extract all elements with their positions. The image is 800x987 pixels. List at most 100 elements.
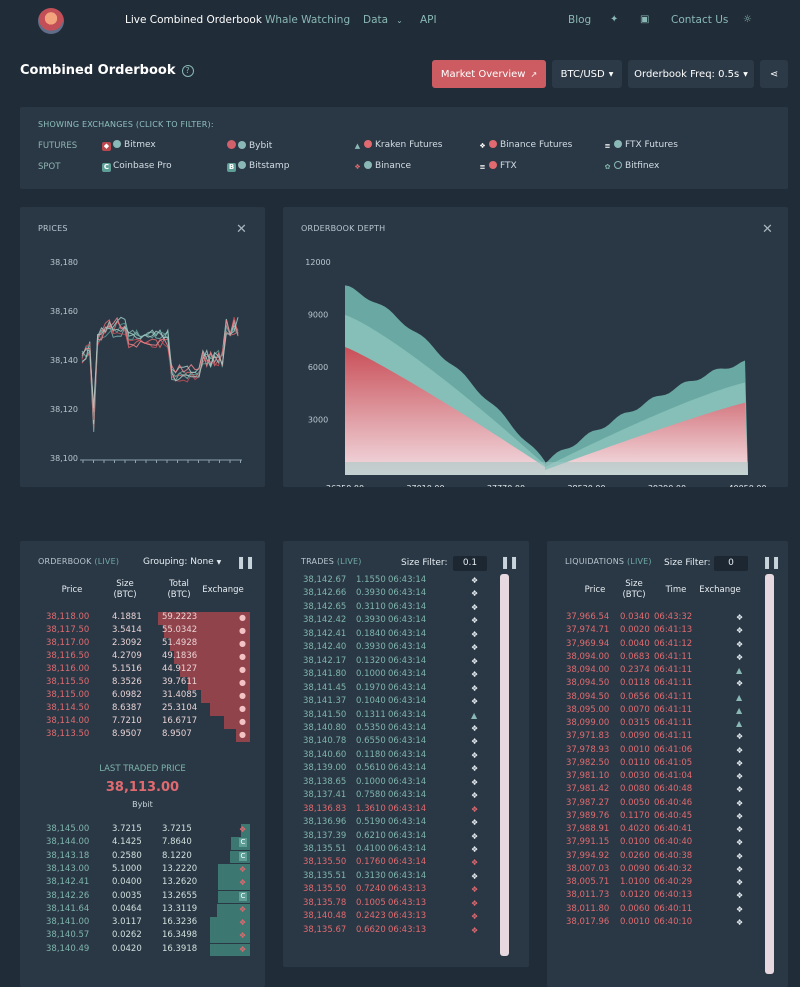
liquidation-row[interactable]: 38,011.73 0.0120 06:40:13 ❖ (547, 890, 757, 903)
liq-scrollbar[interactable] (765, 574, 774, 974)
bid-row[interactable]: 38,143.18 0.2580 8.1220 C (20, 850, 265, 864)
trade-row[interactable]: 38,140.48 0.2423 06:43:13 ❖ (283, 911, 493, 924)
trade-row[interactable]: 38,135.50 0.1760 06:43:14 ❖ (283, 857, 493, 870)
pause-icon[interactable]: ❚❚ (236, 555, 255, 569)
trade-row[interactable]: 38,136.96 0.5190 06:43:14 ❖ (283, 817, 493, 830)
liquidation-row[interactable]: 38,094.00 0.0683 06:41:11 ❖ (547, 652, 757, 665)
liquidation-row[interactable]: 37,982.50 0.0110 06:41:05 ❖ (547, 758, 757, 771)
nav-contact-us[interactable]: Contact Us (671, 14, 728, 26)
bid-row[interactable]: 38,142.26 0.0035 13.2655 C (20, 890, 265, 904)
ask-row[interactable]: 38,113.50 8.9507 8.9507 ● (20, 729, 265, 742)
liquidation-row[interactable]: 37,989.76 0.1170 06:40:45 ❖ (547, 811, 757, 824)
bid-row[interactable]: 38,142.41 0.0400 13.2620 ❖ (20, 877, 265, 890)
liquidation-row[interactable]: 38,094.00 0.2374 06:41:11 ▲ (547, 665, 757, 678)
filter-binance[interactable]: ❖ Binance (353, 161, 411, 172)
trade-row[interactable]: 38,142.66 0.3930 06:43:14 ❖ (283, 588, 493, 601)
liquidation-row[interactable]: 38,094.50 0.0656 06:41:11 ▲ (547, 692, 757, 705)
liquidation-row[interactable]: 38,007.03 0.0090 06:40:32 ❖ (547, 864, 757, 877)
liquidation-row[interactable]: 37,974.71 0.0020 06:41:13 ❖ (547, 625, 757, 638)
market-overview-button[interactable]: Market Overview ↗ (432, 60, 546, 88)
bid-row[interactable]: 38,140.49 0.0420 16.3918 ❖ (20, 943, 265, 957)
filter-ftx-futures[interactable]: ≡ FTX Futures (603, 140, 678, 151)
grouping-select[interactable]: Grouping: None ▼ (143, 557, 221, 567)
liquidation-row[interactable]: 37,987.27 0.0050 06:40:46 ❖ (547, 798, 757, 811)
trade-row[interactable]: 38,140.80 0.5350 06:43:14 ❖ (283, 723, 493, 736)
bid-row[interactable]: 38,141.64 0.0464 13.3119 ❖ (20, 903, 265, 917)
ask-row[interactable]: 38,116.50 4.2709 49.1836 ● (20, 651, 265, 664)
filter-coinbase-pro[interactable]: C Coinbase Pro (102, 161, 172, 172)
trade-row[interactable]: 38,142.40 0.3930 06:43:14 ❖ (283, 642, 493, 655)
nav-live-combined-orderbook[interactable]: Live Combined Orderbook (125, 14, 262, 26)
bid-row[interactable]: 38,140.57 0.0262 16.3498 ❖ (20, 930, 265, 944)
ask-row[interactable]: 38,115.00 6.0982 31.4085 ● (20, 690, 265, 703)
pause-icon[interactable]: ❚❚ (500, 555, 519, 569)
nav-data-dropdown[interactable]: Data ⌄ (363, 14, 403, 26)
filter-bybit[interactable]: Bybit (227, 140, 272, 151)
filter-binance-futures[interactable]: ❖ Binance Futures (478, 140, 572, 151)
ask-row[interactable]: 38,117.00 2.3092 51.4928 ● (20, 638, 265, 651)
trade-row[interactable]: 38,142.17 0.1320 06:43:14 ❖ (283, 656, 493, 669)
trade-row[interactable]: 38,135.51 0.4100 06:43:14 ❖ (283, 844, 493, 857)
trade-row[interactable]: 38,142.42 0.3930 06:43:14 ❖ (283, 615, 493, 628)
trade-row[interactable]: 38,135.51 0.3130 06:43:14 ❖ (283, 871, 493, 884)
trade-row[interactable]: 38,141.80 0.1000 06:43:14 ❖ (283, 669, 493, 682)
liquidation-row[interactable]: 37,971.83 0.0090 06:41:11 ❖ (547, 731, 757, 744)
theme-toggle-sun-icon[interactable]: ☼ (743, 14, 752, 25)
liquidation-row[interactable]: 37,991.15 0.0100 06:40:40 ❖ (547, 837, 757, 850)
ask-row[interactable]: 38,117.50 3.5414 55.0342 ● (20, 625, 265, 638)
filter-bitfinex[interactable]: ✿ Bitfinex (603, 161, 659, 172)
trade-row[interactable]: 38,137.39 0.6210 06:43:14 ❖ (283, 831, 493, 844)
trade-row[interactable]: 38,141.37 0.1040 06:43:14 ❖ (283, 696, 493, 709)
discord-icon[interactable]: ▣ (640, 14, 649, 25)
trade-row[interactable]: 38,141.50 0.1311 06:43:14 ▲ (283, 710, 493, 723)
trade-row[interactable]: 38,137.41 0.7580 06:43:14 ❖ (283, 790, 493, 803)
trade-row[interactable]: 38,138.65 0.1000 06:43:14 ❖ (283, 777, 493, 790)
trades-scrollbar[interactable] (500, 574, 509, 956)
liquidation-row[interactable]: 37,988.91 0.4020 06:40:41 ❖ (547, 824, 757, 837)
nav-blog[interactable]: Blog (568, 14, 591, 26)
ask-row[interactable]: 38,114.00 7.7210 16.6717 ● (20, 716, 265, 729)
help-icon[interactable]: ? (181, 65, 194, 77)
bid-row[interactable]: 38,144.00 4.1425 7.8640 C (20, 837, 265, 851)
trade-row[interactable]: 38,140.60 0.1180 06:43:14 ❖ (283, 750, 493, 763)
filter-bitmex[interactable]: ◆ Bitmex (102, 140, 156, 151)
liquidation-row[interactable]: 37,969.94 0.0040 06:41:12 ❖ (547, 639, 757, 652)
liquidation-row[interactable]: 37,981.42 0.0080 06:40:48 ❖ (547, 784, 757, 797)
filter-kraken-futures[interactable]: ▲ Kraken Futures (353, 140, 442, 151)
liquidation-row[interactable]: 38,005.71 1.0100 06:40:29 ❖ (547, 877, 757, 890)
trade-row[interactable]: 38,142.65 0.3110 06:43:14 ❖ (283, 602, 493, 615)
liquidation-row[interactable]: 37,994.92 0.0260 06:40:38 ❖ (547, 851, 757, 864)
filter-ftx[interactable]: ≡ FTX (478, 161, 517, 172)
liquidation-row[interactable]: 38,095.00 0.0070 06:41:11 ▲ (547, 705, 757, 718)
trade-row[interactable]: 38,140.78 0.6550 06:43:14 ❖ (283, 736, 493, 749)
ask-row[interactable]: 38,115.50 8.3526 39.7611 ● (20, 677, 265, 690)
trade-row[interactable]: 38,135.67 0.6620 06:43:13 ❖ (283, 925, 493, 938)
twitter-icon[interactable]: ✦ (610, 14, 618, 25)
ask-row[interactable]: 38,116.00 5.1516 44.9127 ● (20, 664, 265, 677)
trade-row[interactable]: 38,142.67 1.1550 06:43:14 ❖ (283, 575, 493, 588)
trade-row[interactable]: 38,136.83 1.3610 06:43:14 ❖ (283, 804, 493, 817)
ask-row[interactable]: 38,114.50 8.6387 25.3104 ● (20, 703, 265, 716)
share-button[interactable]: ⋖ (760, 60, 788, 88)
trades-size-filter-input[interactable]: 0.1 (453, 556, 487, 571)
liquidation-row[interactable]: 37,978.93 0.0010 06:41:06 ❖ (547, 745, 757, 758)
nav-whale-watching[interactable]: Whale Watching (265, 14, 350, 26)
liquidation-row[interactable]: 38,099.00 0.0315 06:41:11 ▲ (547, 718, 757, 731)
bid-row[interactable]: 38,145.00 3.7215 3.7215 ❖ (20, 824, 265, 837)
liq-size-filter-input[interactable]: 0 (714, 556, 748, 571)
bid-row[interactable]: 38,141.00 3.0117 16.3236 ❖ (20, 917, 265, 930)
pair-select[interactable]: BTC/USD ▼ (552, 60, 622, 88)
nav-api[interactable]: API (420, 14, 437, 26)
trade-row[interactable]: 38,135.78 0.1005 06:43:13 ❖ (283, 898, 493, 911)
ask-row[interactable]: 38,118.00 4.1881 59.2223 ● (20, 612, 265, 625)
trade-row[interactable]: 38,139.00 0.5610 06:43:14 ❖ (283, 763, 493, 776)
pause-icon[interactable]: ❚❚ (762, 555, 781, 569)
liquidation-row[interactable]: 38,011.80 0.0060 06:40:11 ❖ (547, 904, 757, 917)
liquidation-row[interactable]: 38,017.96 0.0010 06:40:10 ❖ (547, 917, 757, 930)
trade-row[interactable]: 38,135.50 0.7240 06:43:13 ❖ (283, 884, 493, 897)
liquidation-row[interactable]: 37,966.54 0.0340 06:43:32 ❖ (547, 612, 757, 625)
orderbook-freq-select[interactable]: Orderbook Freq: 0.5s ▼ (628, 60, 754, 88)
brand-logo-avatar[interactable] (38, 8, 64, 34)
liquidation-row[interactable]: 38,094.50 0.0118 06:41:11 ❖ (547, 678, 757, 691)
trade-row[interactable]: 38,142.41 0.1840 06:43:14 ❖ (283, 629, 493, 642)
